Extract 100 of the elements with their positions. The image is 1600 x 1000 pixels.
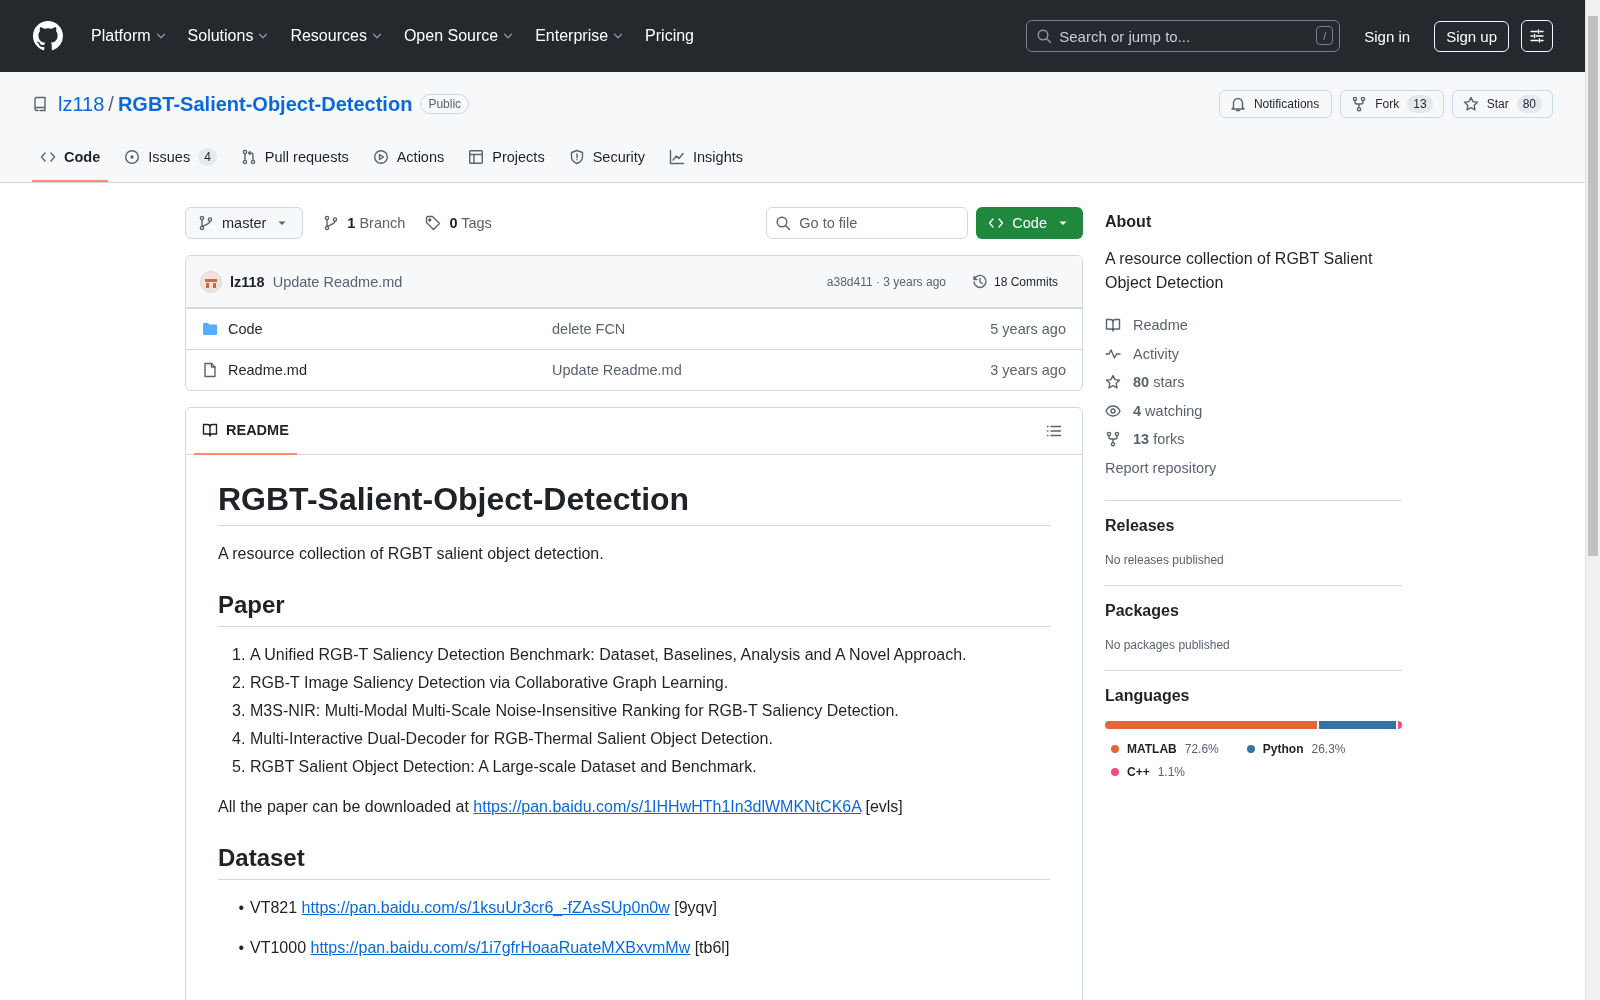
branch-selector[interactable]: master xyxy=(185,207,304,239)
list-item: VT821 https://pan.baidu.com/s/1ksuUr3cr6_-fZAsSUp0n0w [9yqv] xyxy=(250,898,717,918)
section-heading: Dataset xyxy=(218,843,1050,880)
outline-icon xyxy=(1046,423,1062,439)
branch-icon xyxy=(198,215,214,231)
sign-up-button[interactable]: Sign up xyxy=(1434,20,1509,52)
counter: 4 xyxy=(198,148,217,166)
language-item[interactable]: MATLAB 72.6% xyxy=(1105,737,1225,760)
list-item: VT1000 https://pan.baidu.com/s/1i7gfrHoaaRuateMXBxvmMw [tb6l] xyxy=(250,938,730,958)
shield-icon xyxy=(568,149,585,165)
repository-name-link[interactable]: RGBT-Salient-Object-Detection xyxy=(117,92,413,116)
commit-message-link[interactable]: delete FCN xyxy=(552,321,991,337)
path-separator: / xyxy=(108,92,114,116)
bell-icon xyxy=(1229,96,1246,112)
table-icon xyxy=(468,149,485,165)
paragraph: All the paper can be downloaded at https://pan.baidu.com/s/1IHHwHTh1In3dlWMKNtCK6A [evls] xyxy=(218,797,904,817)
avatar-icon xyxy=(200,270,222,293)
owner-link[interactable]: lz118 xyxy=(58,92,105,116)
repo-tab[interactable]: Pull requests xyxy=(232,134,357,182)
commit-hash-age[interactable]: a38d411 · 3 years ago xyxy=(826,274,946,289)
repo-tab[interactable]: Security xyxy=(560,134,654,182)
section-heading: Packages xyxy=(1105,602,1180,620)
nav-menu-item[interactable]: Pricing xyxy=(641,21,698,51)
language-item[interactable]: C++ 1.1% xyxy=(1105,760,1192,783)
section-heading: Languages xyxy=(1105,687,1191,705)
tag-icon xyxy=(425,215,442,231)
file-name-link[interactable]: Readme.md xyxy=(228,362,307,378)
history-icon xyxy=(972,273,988,290)
section-heading: About xyxy=(1105,213,1153,231)
book-icon xyxy=(1105,317,1121,334)
commit-age: 3 years ago xyxy=(990,362,1066,378)
star-icon xyxy=(1462,96,1479,112)
nav-menu-item[interactable]: Enterprise xyxy=(531,21,630,51)
nav-menu-item[interactable]: Resources xyxy=(286,21,388,51)
repo-action-button[interactable]: Fork 13 xyxy=(1340,90,1444,118)
commit-author[interactable]: lz118 xyxy=(230,273,265,290)
scrollbar-thumb[interactable] xyxy=(1588,16,1598,556)
list-item: RGBT Salient Object Detection: A Large-scale Dataset and Benchmark. xyxy=(250,757,757,777)
logo-icon[interactable] xyxy=(33,21,63,51)
repo-action-button[interactable]: Notifications xyxy=(1218,90,1333,118)
list-item: Multi-Interactive Dual-Decoder for RGB-Thermal Salient Object Detection. xyxy=(250,729,773,749)
list-item: M3S-NIR: Multi-Modal Multi-Scale Noise-Insensitive Ranking for RGB-T Saliency Detection. xyxy=(250,701,899,721)
menu-button[interactable] xyxy=(1521,20,1553,52)
link[interactable]: https://pan.baidu.com/s/1ksuUr3cr6_-fZAsSUp0n0w xyxy=(301,899,670,916)
pull-request-icon xyxy=(240,149,257,165)
section-heading: Releases xyxy=(1105,517,1176,535)
commit-message[interactable]: Update Readme.md xyxy=(272,273,819,290)
book-icon xyxy=(202,422,218,438)
search-icon xyxy=(775,215,792,231)
section-heading: Paper xyxy=(218,590,1050,627)
repo-tab[interactable]: Projects xyxy=(460,134,553,182)
star-icon xyxy=(1105,374,1121,391)
repo-description: A resource collection of RGBT Salient Object Detection xyxy=(1105,249,1374,293)
list-marker: 3. xyxy=(232,701,244,721)
nav-menu-item[interactable]: Platform xyxy=(87,21,172,51)
sign-in-link[interactable]: Sign in xyxy=(1352,21,1423,51)
link[interactable]: https://pan.baidu.com/s/1i7gfrHoaaRuateMXBxvmMw xyxy=(310,939,691,956)
about-link[interactable]: Readme xyxy=(1105,311,1402,340)
empty-note: No packages published xyxy=(1105,638,1230,652)
fork-icon xyxy=(1351,96,1368,112)
folder-icon xyxy=(202,321,218,337)
repo-tab[interactable]: Issues 4 xyxy=(116,134,225,182)
repo-tab[interactable]: Insights xyxy=(661,134,751,182)
shortcut-key: / xyxy=(1316,26,1334,45)
repo-tab[interactable]: Actions xyxy=(364,134,453,182)
list-marker: 1. xyxy=(232,645,244,665)
list-marker: 4. xyxy=(232,729,244,749)
link[interactable]: https://pan.baidu.com/s/1IHHwHTh1In3dlWMKNtCK6A xyxy=(473,798,861,815)
about-link[interactable]: 13 forks xyxy=(1105,425,1402,454)
repo-action-button[interactable]: Star 80 xyxy=(1451,90,1553,118)
empty-note: No releases published xyxy=(1105,553,1224,567)
code-button[interactable]: Code xyxy=(976,207,1083,239)
list-item: A Unified RGB-T Saliency Detection Benchmark: Dataset, Baselines, Analysis and A Novel Approach. xyxy=(250,645,967,665)
counter: 13 xyxy=(1407,95,1433,113)
commit-message-link[interactable]: Update Readme.md xyxy=(552,362,991,378)
counter: 80 xyxy=(1516,95,1542,113)
readme-tab[interactable]: README xyxy=(194,407,297,455)
nav-menu-item[interactable]: Solutions xyxy=(183,21,275,51)
commits-link[interactable]: 18 Commits xyxy=(964,269,1066,294)
sliders-icon xyxy=(1529,28,1545,44)
commit-age: 5 years ago xyxy=(990,321,1066,337)
branches-link[interactable]: 1 Branch xyxy=(317,215,412,231)
issue-icon xyxy=(124,149,141,165)
file-name-link[interactable]: Code xyxy=(228,321,263,337)
list-marker: 5. xyxy=(232,757,244,777)
tags-link[interactable]: 0 Tags xyxy=(419,215,498,231)
nav-menu-item[interactable]: Open Source xyxy=(399,21,520,51)
about-link[interactable]: Activity xyxy=(1105,339,1402,368)
file-icon xyxy=(202,362,218,378)
branch-icon xyxy=(323,215,340,231)
repo-tab[interactable]: Code xyxy=(32,134,109,182)
about-link[interactable]: 80 stars xyxy=(1105,368,1402,397)
language-item[interactable]: Python 26.3% xyxy=(1240,737,1352,760)
report-link[interactable]: Report repository xyxy=(1105,453,1402,482)
paragraph: A resource collection of RGBT salient object detection. xyxy=(218,544,605,564)
list-item: RGB-T Image Saliency Detection via Collaborative Graph Learning. xyxy=(250,673,729,693)
go-to-file-field[interactable]: Go to file xyxy=(766,207,969,239)
eye-icon xyxy=(1105,402,1121,419)
search-icon xyxy=(1036,28,1053,44)
about-link[interactable]: 4 watching xyxy=(1105,396,1402,425)
